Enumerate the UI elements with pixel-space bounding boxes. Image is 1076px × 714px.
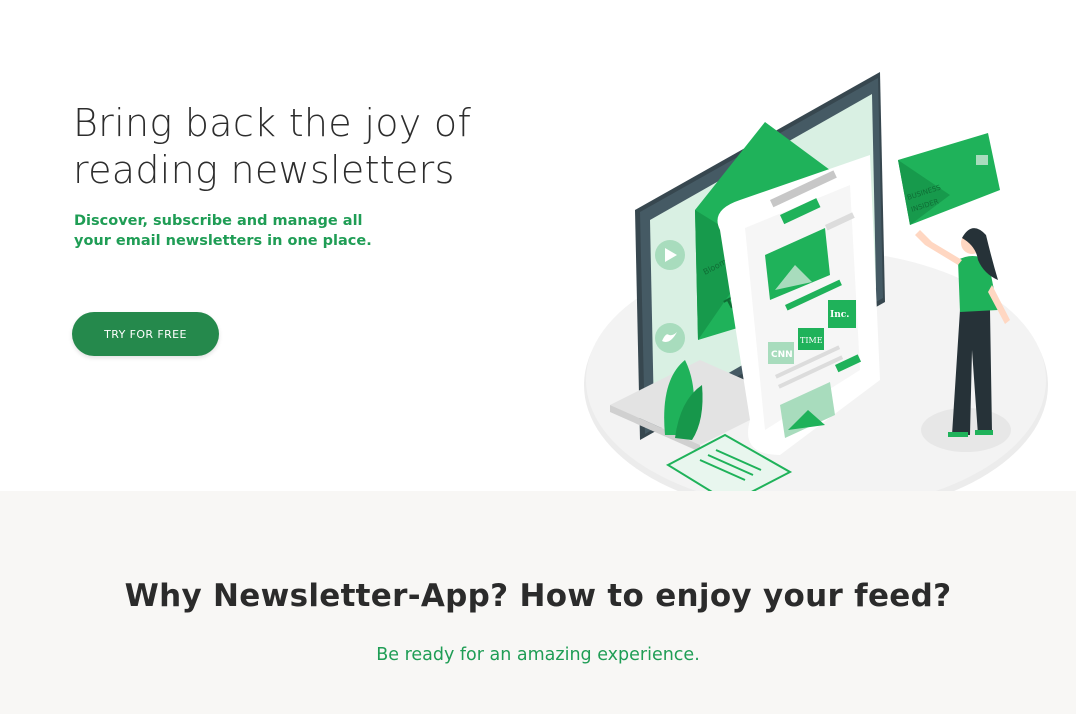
newsletter-illustration: Bloomberg TC CNN TIME Inc.: [584, 72, 1070, 519]
hero-subtitle: Discover, subscribe and manage all your …: [74, 213, 372, 249]
hero-illustration: Bloomberg TC CNN TIME Inc.: [580, 60, 1070, 530]
try-for-free-button[interactable]: TRY FOR FREE: [72, 312, 219, 356]
svg-text:CNN: CNN: [771, 350, 793, 360]
why-subtitle: Be ready for an amazing experience.: [376, 645, 700, 665]
hero-title: Bring back the joy of reading newsletter…: [73, 101, 472, 192]
why-section: Why Newsletter-App? How to enjoy your fe…: [0, 491, 1076, 714]
why-title: Why Newsletter-App? How to enjoy your fe…: [124, 578, 952, 614]
svg-text:Inc.: Inc.: [830, 310, 849, 320]
youtube-icon: [655, 240, 685, 270]
twitter-icon: [655, 323, 685, 353]
svg-text:TIME: TIME: [800, 336, 823, 345]
